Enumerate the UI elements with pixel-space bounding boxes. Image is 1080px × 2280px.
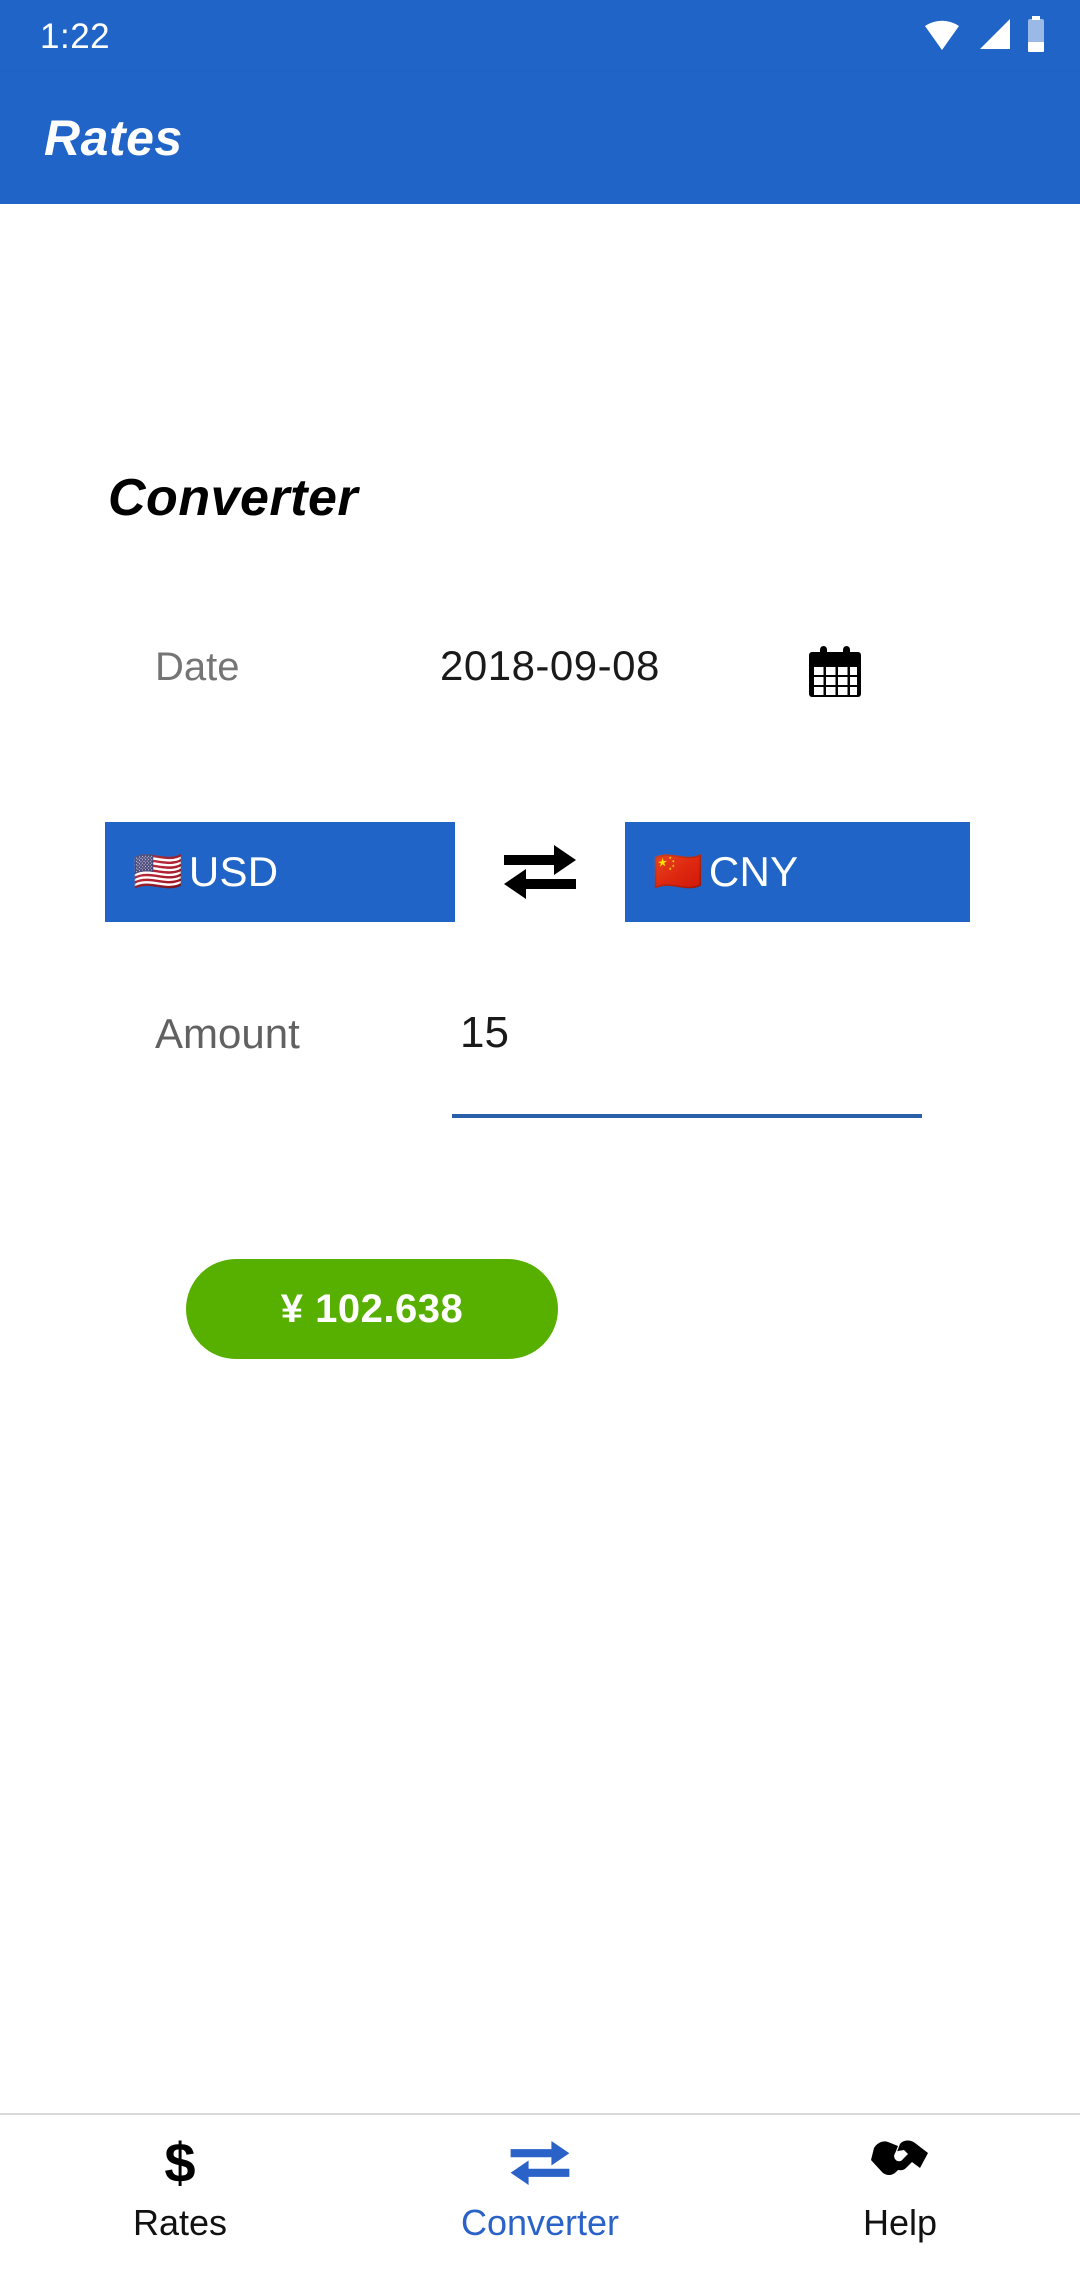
nav-label-converter: Converter [460,2202,620,2243]
app-bar: Rates [0,72,1080,204]
status-bar-clock: 1:22 [40,16,111,56]
swap-horizontal-arrows-icon [509,2137,571,2189]
nav-label-help: Help [862,2202,938,2243]
handshake-icon [870,2137,930,2189]
nav-label-rates: Rates [132,2202,228,2243]
date-value[interactable]: 2018-09-08 [440,642,660,690]
amount-row: Amount 15 [0,994,1080,1134]
nav-item-help[interactable]: Help [720,2115,1080,2280]
amount-label: Amount [155,1010,300,1057]
calendar-icon[interactable] [806,644,864,700]
battery-icon [1026,15,1046,57]
converter-screen: Converter Date 2018-09-08 🇺🇸 USD 🇨🇳 CNY … [0,204,1080,2113]
status-bar-icons [922,15,1046,57]
conversion-result-label: ¥ 102.638 [280,1286,464,1331]
date-row: Date 2018-09-08 [0,631,1080,709]
amount-value: 15 [460,1008,509,1057]
wifi-icon [922,17,962,56]
page-title: Rates [44,110,183,166]
cellular-signal-icon [976,17,1012,56]
amount-input[interactable]: 15 [452,994,922,1129]
currency-selector-row: 🇺🇸 USD 🇨🇳 CNY [0,822,1080,932]
status-bar: 1:22 [0,0,1080,72]
date-label: Date [155,645,240,689]
to-currency-code: CNY [708,848,799,895]
to-currency-flag-icon: 🇨🇳 [653,850,703,894]
bottom-navigation-bar: $ Rates Converter Help [0,2115,1080,2280]
section-heading: Converter [108,469,359,527]
amount-input-underline [452,1114,922,1118]
conversion-result-button[interactable]: ¥ 102.638 [186,1259,558,1359]
nav-item-converter[interactable]: Converter [360,2115,720,2280]
dollar-sign-icon: $ [164,2131,196,2194]
from-currency-selector[interactable]: 🇺🇸 USD [105,822,455,922]
to-currency-selector[interactable]: 🇨🇳 CNY [625,822,970,922]
swap-currencies-button[interactable] [500,840,580,904]
nav-item-rates[interactable]: $ Rates [0,2115,360,2280]
from-currency-flag-icon: 🇺🇸 [133,850,183,894]
from-currency-code: USD [188,848,279,895]
